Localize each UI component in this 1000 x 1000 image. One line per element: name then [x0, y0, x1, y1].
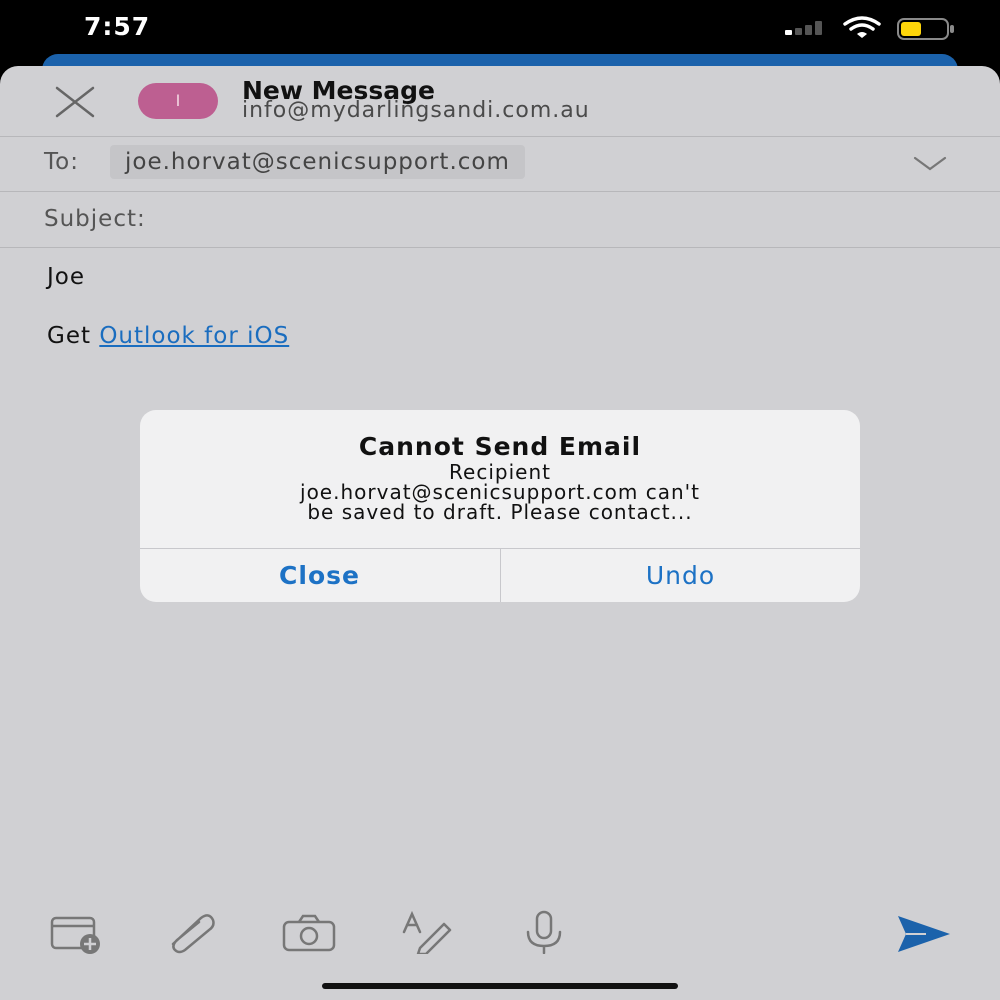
format-text-icon[interactable]	[398, 910, 454, 954]
alert-message-line: be saved to draft. Please contact...	[307, 500, 693, 524]
from-account[interactable]: info@mydarlingsandi.com.au	[242, 98, 590, 123]
status-bar: 7:57	[0, 0, 1000, 60]
calendar-add-icon[interactable]	[48, 910, 104, 954]
paperclip-icon[interactable]	[163, 910, 219, 954]
wifi-icon	[843, 16, 881, 38]
avatar[interactable]: I	[138, 83, 218, 119]
alert-title: Cannot Send Email	[358, 432, 642, 461]
microphone-icon[interactable]	[516, 910, 572, 954]
divider	[0, 136, 1000, 137]
close-button[interactable]: Close	[140, 549, 499, 602]
divider	[0, 247, 1000, 248]
compose-header: I New Message info@mydarlingsandi.com.au	[0, 66, 1000, 136]
divider	[0, 191, 1000, 192]
signature-prefix: Get	[47, 323, 91, 349]
alert-message-line: Recipient	[449, 460, 551, 484]
close-icon[interactable]	[52, 86, 98, 118]
send-icon[interactable]	[896, 910, 952, 954]
status-time: 7:57	[84, 12, 151, 41]
subject-label[interactable]: Subject:	[44, 206, 146, 232]
recipient-chip[interactable]: joe.horvat@scenicsupport.com	[110, 145, 525, 179]
camera-icon[interactable]	[281, 910, 337, 954]
body-text[interactable]: Joe	[47, 264, 85, 290]
alert-message-line: joe.horvat@scenicsupport.com can't	[300, 480, 700, 504]
to-label: To:	[44, 149, 79, 175]
home-indicator[interactable]	[322, 983, 678, 989]
outlook-ios-link[interactable]: Outlook for iOS	[99, 323, 289, 349]
battery-icon	[897, 18, 954, 40]
signature-line: Get Outlook for iOS	[47, 323, 289, 349]
chevron-down-icon[interactable]	[912, 154, 948, 174]
alert-message: Recipient joe.horvat@scenicsupport.com c…	[180, 462, 820, 522]
cellular-signal-icon	[785, 21, 831, 35]
error-alert-dialog: Cannot Send Email Recipient joe.horvat@s…	[140, 410, 860, 602]
undo-button[interactable]: Undo	[501, 549, 860, 602]
